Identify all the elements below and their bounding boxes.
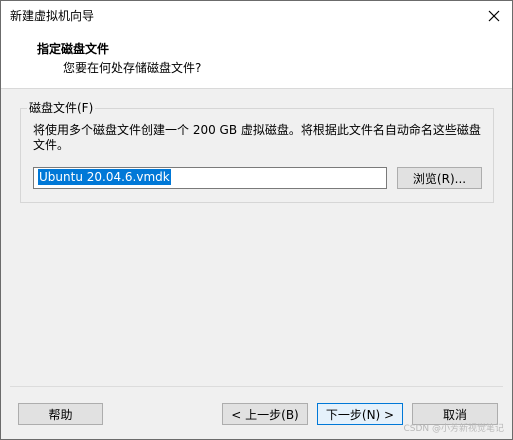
new-vm-wizard-dialog: 新建虚拟机向导 指定磁盘文件 您要在何处存储磁盘文件? 磁盘文件(F) 将使用多…: [0, 0, 513, 440]
wizard-header: 指定磁盘文件 您要在何处存储磁盘文件?: [1, 31, 512, 89]
page-subtitle: 您要在何处存储磁盘文件?: [63, 61, 202, 75]
close-button[interactable]: [476, 1, 512, 31]
next-button[interactable]: 下一步(N) >: [317, 403, 403, 425]
disk-file-group-label: 磁盘文件(F): [27, 101, 96, 115]
close-icon: [488, 10, 500, 22]
disk-file-name-value[interactable]: Ubuntu 20.04.6.vmdk: [38, 169, 171, 185]
disk-file-group: 磁盘文件(F) 将使用多个磁盘文件创建一个 200 GB 虚拟磁盘。将根据此文件…: [20, 101, 494, 203]
footer-divider: [10, 386, 503, 387]
help-button[interactable]: 帮助: [18, 403, 103, 425]
window-title: 新建虚拟机向导: [10, 9, 95, 23]
page-title: 指定磁盘文件: [37, 42, 110, 56]
disk-file-description: 将使用多个磁盘文件创建一个 200 GB 虚拟磁盘。将根据此文件名自动命名这些磁…: [33, 123, 481, 152]
browse-button[interactable]: 浏览(R)...: [397, 167, 482, 189]
title-bar: 新建虚拟机向导: [1, 1, 512, 31]
watermark: CSDN @小芳新视觉笔记: [403, 424, 504, 434]
back-button[interactable]: < 上一步(B): [222, 403, 308, 425]
